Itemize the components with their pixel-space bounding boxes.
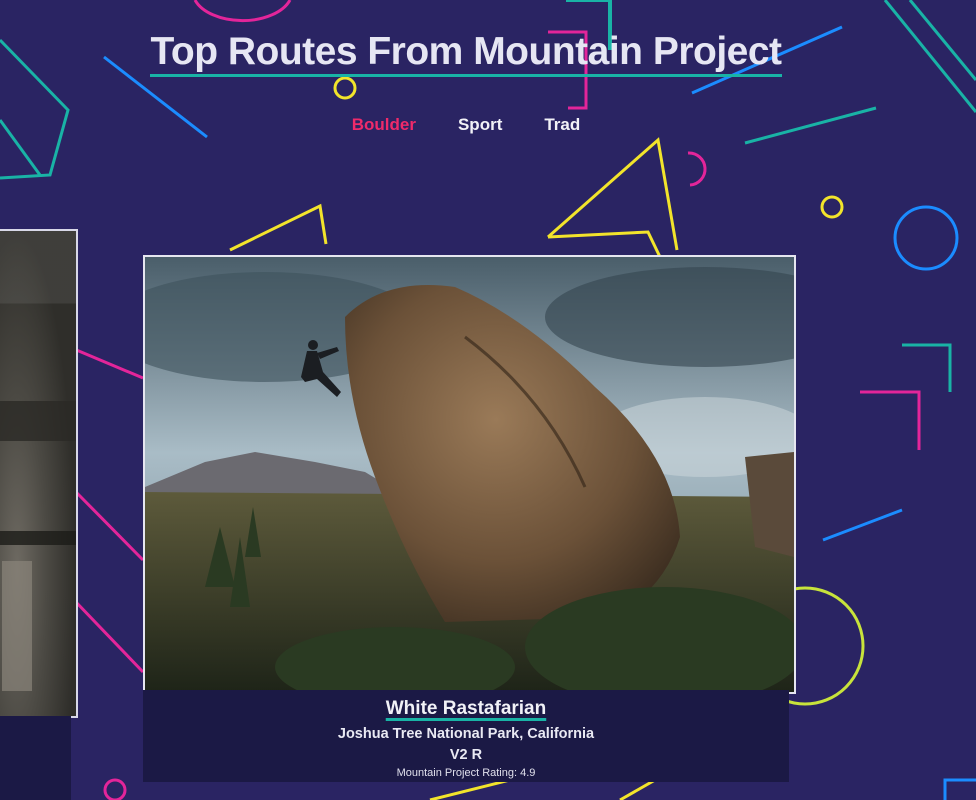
route-type-tabs: Boulder Sport Trad xyxy=(0,115,932,135)
previous-route-card[interactable] xyxy=(0,229,78,718)
route-grade: V2 R xyxy=(449,747,483,763)
route-caption: White Rastafarian Joshua Tree National P… xyxy=(143,690,789,782)
route-photo xyxy=(145,257,794,692)
previous-route-caption xyxy=(0,716,71,800)
tab-boulder[interactable]: Boulder xyxy=(352,115,416,135)
tab-sport[interactable]: Sport xyxy=(458,115,502,135)
tab-trad[interactable]: Trad xyxy=(544,115,580,135)
route-photo-card[interactable] xyxy=(143,255,796,694)
route-name-link[interactable]: White Rastafarian xyxy=(386,698,546,720)
route-location: Joshua Tree National Park, California xyxy=(337,726,595,742)
page-title: Top Routes From Mountain Project xyxy=(0,30,932,77)
route-rating: Mountain Project Rating: 4.9 xyxy=(396,767,536,779)
